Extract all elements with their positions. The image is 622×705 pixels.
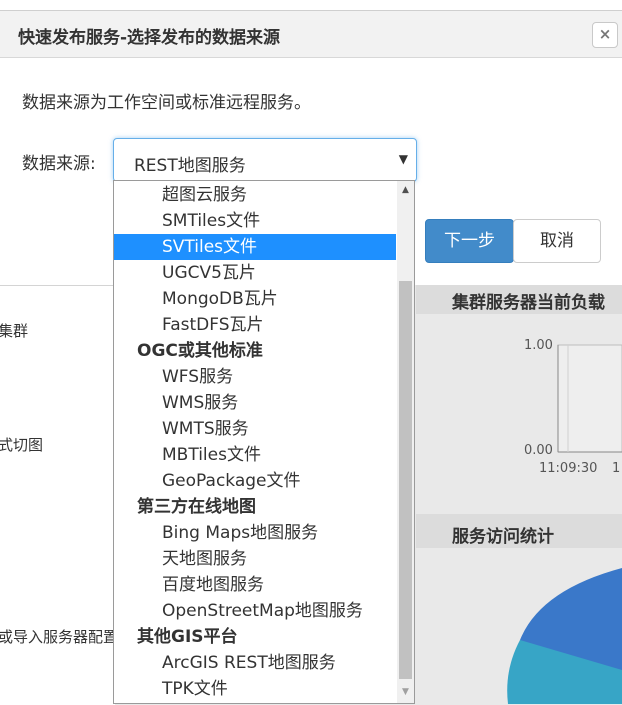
dialog-title: 快速发布服务-选择发布的数据来源 <box>18 28 281 48</box>
option-fastdfs[interactable]: FastDFS瓦片 <box>114 312 396 338</box>
next-button[interactable]: 下一步 <box>425 219 514 263</box>
option-smtiles[interactable]: SMTiles文件 <box>114 208 396 234</box>
nav-item-tile-cut[interactable]: 式切图 <box>0 434 43 455</box>
x-tick-1: 11:09:30 <box>539 461 598 476</box>
x-tick-2: 1 <box>612 461 621 476</box>
dropdown-scrollbar[interactable]: ▲ ▼ <box>397 181 414 703</box>
option-baidu[interactable]: 百度地图服务 <box>114 572 396 598</box>
dialog-description: 数据来源为工作空间或标准远程服务。 <box>22 93 311 113</box>
scroll-down-icon[interactable]: ▼ <box>397 685 414 699</box>
option-tpk[interactable]: TPK文件 <box>114 676 396 702</box>
group-ogc: OGC或其他标准 <box>137 341 263 361</box>
dialog-header: 快速发布服务-选择发布的数据来源 × <box>0 10 622 58</box>
option-mbtiles[interactable]: MBTiles文件 <box>114 442 396 468</box>
cancel-button[interactable]: 取消 <box>513 219 601 263</box>
option-wmts[interactable]: WMTS服务 <box>114 416 396 442</box>
option-mongodb[interactable]: MongoDB瓦片 <box>114 286 396 312</box>
nav-item-import-config[interactable]: 或导入服务器配置 <box>0 626 118 647</box>
option-wms[interactable]: WMS服务 <box>114 390 396 416</box>
service-stats-title: 服务访问统计 <box>452 527 554 547</box>
cluster-load-chart <box>557 344 622 453</box>
group-third-party: 第三方在线地图 <box>137 497 256 517</box>
option-tianditu[interactable]: 天地图服务 <box>114 546 396 572</box>
option-geopackage[interactable]: GeoPackage文件 <box>114 468 396 494</box>
option-wfs[interactable]: WFS服务 <box>114 364 396 390</box>
option-supermap-cloud[interactable]: 超图云服务 <box>114 182 396 208</box>
option-bing-maps[interactable]: Bing Maps地图服务 <box>114 520 396 546</box>
service-stats-pie <box>507 568 622 704</box>
close-icon[interactable]: × <box>592 22 618 48</box>
data-source-selected-value: REST地图服务 <box>134 156 246 176</box>
option-ugcv5[interactable]: UGCV5瓦片 <box>114 260 396 286</box>
scroll-up-icon[interactable]: ▲ <box>397 183 414 197</box>
data-source-select[interactable]: REST地图服务 ▼ <box>113 138 417 182</box>
y-tick-top: 1.00 <box>524 338 553 353</box>
group-other-gis: 其他GIS平台 <box>137 627 238 647</box>
data-source-label: 数据来源: <box>22 154 96 174</box>
dropdown-arrow-icon[interactable]: ▼ <box>399 152 408 166</box>
option-openstreetmap[interactable]: OpenStreetMap地图服务 <box>114 598 396 624</box>
y-tick-bottom: 0.00 <box>524 443 553 458</box>
data-source-dropdown-list[interactable]: 超图云服务 SMTiles文件 SVTiles文件 UGCV5瓦片 MongoD… <box>113 180 415 704</box>
cluster-load-title: 集群服务器当前负载 <box>452 293 605 313</box>
nav-item-cluster[interactable]: 集群 <box>0 320 28 341</box>
scrollbar-thumb[interactable] <box>399 281 412 679</box>
option-arcgis-rest[interactable]: ArcGIS REST地图服务 <box>114 650 396 676</box>
option-svtiles[interactable]: SVTiles文件 <box>114 234 396 260</box>
